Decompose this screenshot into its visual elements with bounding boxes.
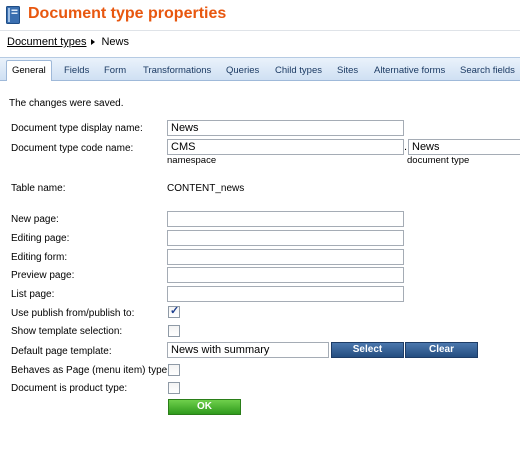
editing-form-label: Editing form:	[11, 252, 68, 263]
tab-form[interactable]: Form	[104, 62, 126, 80]
tab-queries[interactable]: Queries	[226, 62, 259, 80]
show-template-label: Show template selection:	[11, 326, 123, 337]
preview-page-input[interactable]	[167, 267, 404, 283]
code-name-label: Document type code name:	[11, 143, 134, 154]
list-page-input[interactable]	[167, 286, 404, 302]
display-name-label: Document type display name:	[11, 123, 143, 134]
tab-general[interactable]: General	[6, 60, 52, 81]
namespace-input[interactable]	[167, 139, 404, 155]
document-type-icon	[6, 6, 20, 24]
clear-template-button[interactable]: Clear	[405, 342, 478, 358]
breadcrumb-current: News	[101, 36, 129, 48]
is-product-label: Document is product type:	[11, 383, 128, 394]
behaves-as-page-label: Behaves as Page (menu item) type:	[11, 365, 170, 376]
editing-page-input[interactable]	[167, 230, 404, 246]
default-template-input[interactable]	[167, 342, 329, 358]
editing-form-input[interactable]	[167, 249, 404, 265]
new-page-input[interactable]	[167, 211, 404, 227]
checkmark-icon: ✓	[170, 305, 180, 317]
breadcrumb-separator-icon	[91, 38, 96, 45]
is-product-checkbox[interactable]	[168, 382, 180, 394]
tab-bar: General Fields Form Transformations Quer…	[0, 57, 520, 81]
select-template-button[interactable]: Select	[331, 342, 404, 358]
document-type-code-input[interactable]	[408, 139, 520, 155]
default-template-label: Default page template:	[11, 346, 112, 357]
display-name-input[interactable]	[167, 120, 404, 136]
namespace-hint: namespace	[167, 155, 217, 166]
ok-button[interactable]: OK	[168, 399, 241, 415]
tab-child-types[interactable]: Child types	[275, 62, 322, 80]
list-page-label: List page:	[11, 289, 55, 300]
page-header: Document type properties	[0, 0, 520, 31]
tab-alternative-forms[interactable]: Alternative forms	[374, 62, 445, 80]
code-name-separator: .	[404, 141, 408, 153]
show-template-checkbox[interactable]	[168, 325, 180, 337]
tab-sites[interactable]: Sites	[337, 62, 358, 80]
breadcrumb: Document types News	[7, 36, 129, 48]
preview-page-label: Preview page:	[11, 270, 75, 281]
tab-transformations[interactable]: Transformations	[143, 62, 211, 80]
document-type-hint: document type	[407, 155, 470, 166]
behaves-as-page-checkbox[interactable]	[168, 364, 180, 376]
editing-page-label: Editing page:	[11, 233, 70, 244]
table-name-value: CONTENT_news	[167, 183, 245, 194]
use-publish-label: Use publish from/publish to:	[11, 308, 135, 319]
tab-search-fields[interactable]: Search fields	[460, 62, 515, 80]
tab-fields[interactable]: Fields	[64, 62, 89, 80]
page-title: Document type properties	[28, 5, 227, 22]
breadcrumb-link-document-types[interactable]: Document types	[7, 36, 86, 48]
use-publish-checkbox[interactable]: ✓	[168, 305, 180, 318]
status-message: The changes were saved.	[9, 98, 124, 109]
table-name-label: Table name:	[11, 183, 66, 194]
new-page-label: New page:	[11, 214, 59, 225]
